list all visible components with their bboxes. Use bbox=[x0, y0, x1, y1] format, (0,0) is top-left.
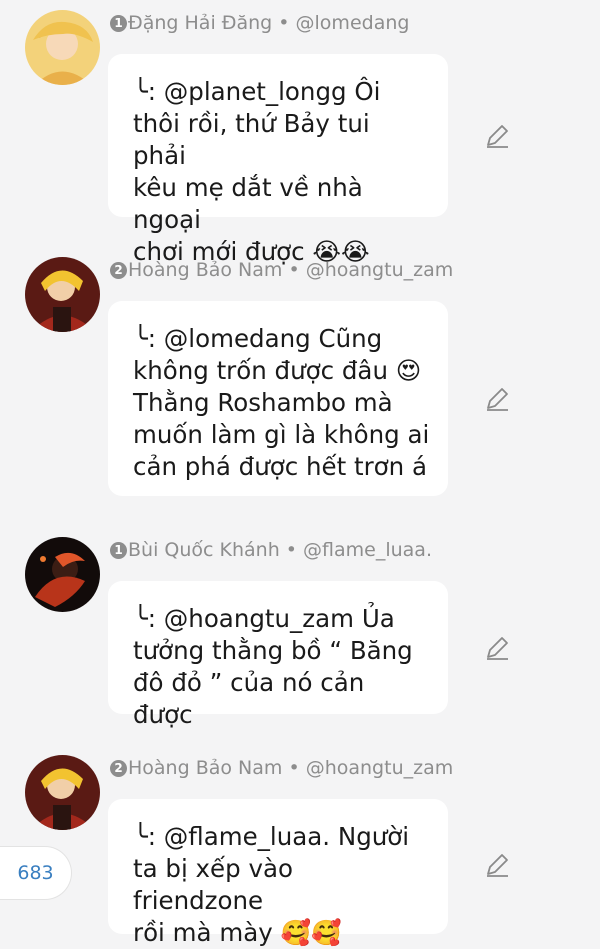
author-handle[interactable]: @hoangtu_zam bbox=[306, 757, 454, 779]
rank-badge: 2 bbox=[110, 262, 127, 279]
pencil-icon[interactable] bbox=[484, 123, 510, 149]
comment-text: ╰: @hoangtu_zam Ủa tưởng thằng bồ “ Băng… bbox=[133, 604, 413, 729]
author-handle[interactable]: @flame_luaa. bbox=[303, 539, 432, 561]
comment-author-line: 1 Đặng Hải Đăng • @lomedang bbox=[110, 12, 409, 34]
comment-bubble: ╰: @hoangtu_zam Ủa tưởng thằng bồ “ Băng… bbox=[108, 581, 448, 729]
separator: • bbox=[282, 757, 306, 779]
avatar[interactable] bbox=[25, 755, 100, 830]
rank-badge: 1 bbox=[110, 15, 127, 32]
comment-bubble: ╰: @planet_longg Ôi thôi rồi, thứ Bảy tu… bbox=[108, 54, 448, 266]
author-name[interactable]: Đặng Hải Đăng bbox=[128, 12, 272, 34]
separator: • bbox=[272, 12, 296, 34]
comment-bubble: ╰: @lomedang Cũng không trốn được đâu 😍 … bbox=[108, 301, 448, 496]
comment-author-line: 2 Hoàng Bảo Nam • @hoangtu_zam bbox=[110, 259, 453, 281]
comment-text: ╰: @flame_luaa. Người ta bị xếp vào frie… bbox=[133, 822, 410, 947]
author-name[interactable]: Hoàng Bảo Nam bbox=[128, 259, 282, 281]
avatar[interactable] bbox=[25, 10, 100, 85]
avatar[interactable] bbox=[25, 257, 100, 332]
separator: • bbox=[282, 259, 306, 281]
comment-count-badge[interactable]: 683 bbox=[0, 846, 72, 900]
avatar[interactable] bbox=[25, 537, 100, 612]
rank-badge: 1 bbox=[110, 542, 127, 559]
rank-badge: 2 bbox=[110, 760, 127, 777]
comment-author-line: 1 Bùi Quốc Khánh • @flame_luaa. bbox=[110, 539, 432, 561]
author-handle[interactable]: @hoangtu_zam bbox=[306, 259, 454, 281]
pencil-icon[interactable] bbox=[484, 852, 510, 878]
author-name[interactable]: Bùi Quốc Khánh bbox=[128, 539, 280, 561]
separator: • bbox=[279, 539, 304, 561]
pencil-icon[interactable] bbox=[484, 386, 510, 412]
pencil-icon[interactable] bbox=[484, 635, 510, 661]
comment-text: ╰: @planet_longg Ôi thôi rồi, thứ Bảy tu… bbox=[133, 77, 381, 266]
comment-text: ╰: @lomedang Cũng không trốn được đâu 😍 … bbox=[133, 324, 430, 481]
author-handle[interactable]: @lomedang bbox=[296, 12, 410, 34]
comment-author-line: 2 Hoàng Bảo Nam • @hoangtu_zam bbox=[110, 757, 453, 779]
author-name[interactable]: Hoàng Bảo Nam bbox=[128, 757, 282, 779]
comment-bubble: ╰: @flame_luaa. Người ta bị xếp vào frie… bbox=[108, 799, 448, 947]
